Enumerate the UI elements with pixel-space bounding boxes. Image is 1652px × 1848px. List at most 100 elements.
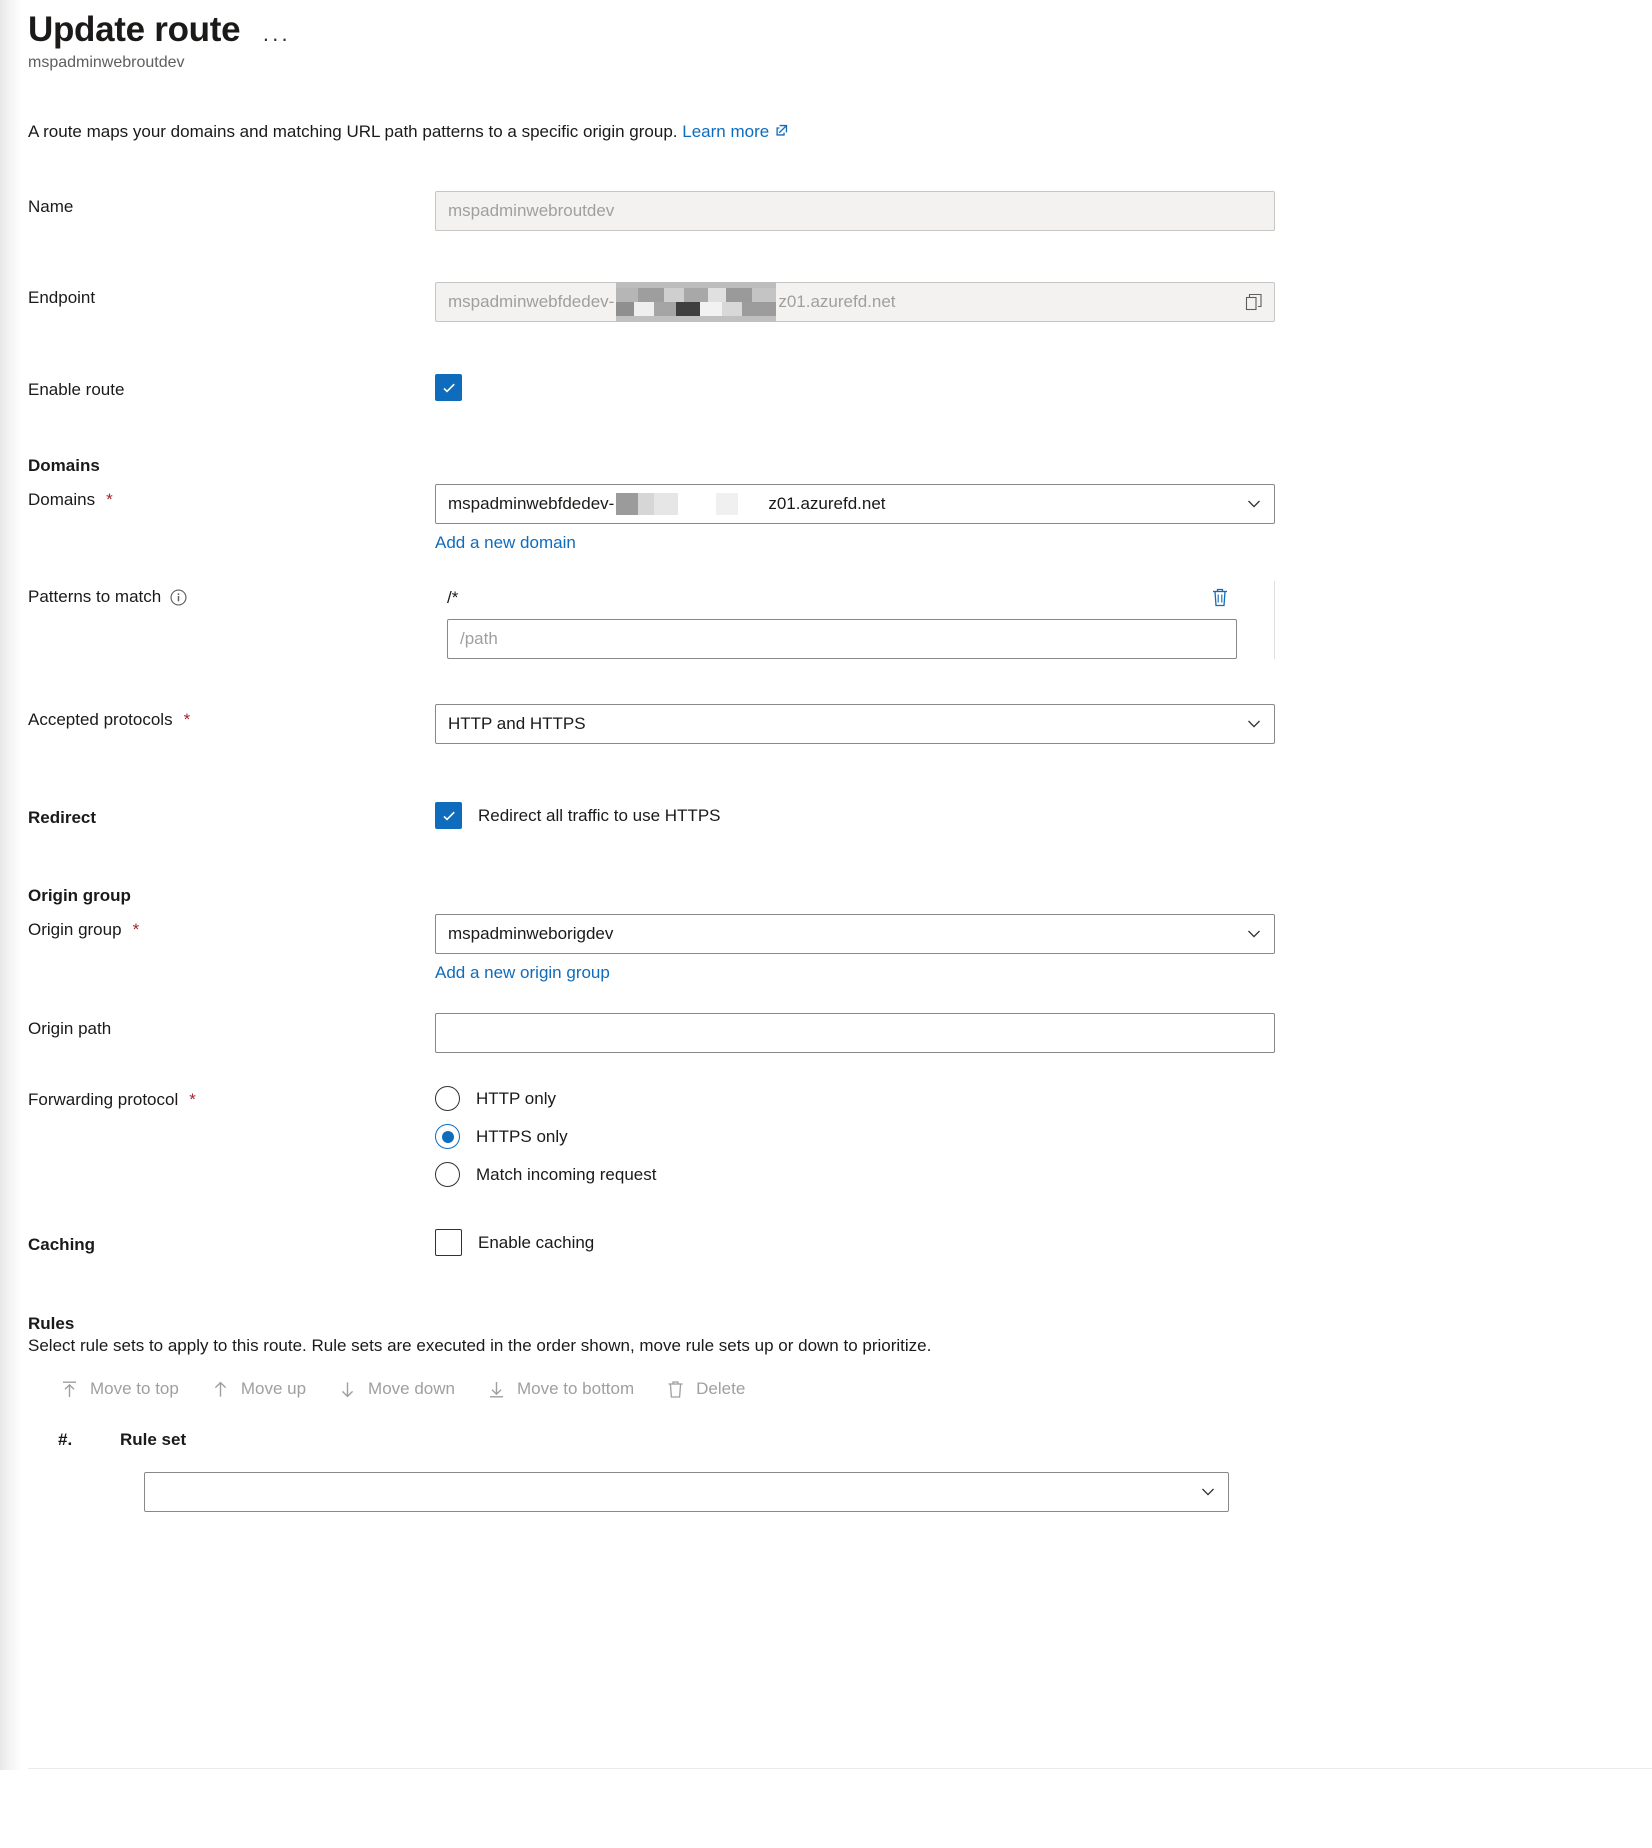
redirect-checkbox-row[interactable]: Redirect all traffic to use HTTPS [435,802,1652,830]
domains-required-marker: * [106,490,113,510]
add-new-origin-group-link[interactable]: Add a new origin group [435,963,610,983]
name-label: Name [28,191,435,217]
move-to-bottom-label: Move to bottom [516,1379,635,1399]
field-row-name: Name mspadminwebroutdev [28,191,1652,232]
page-description: A route maps your domains and matching U… [28,120,1652,144]
name-input-value: mspadminwebroutdev [448,201,615,221]
enable-route-checkbox[interactable] [435,374,462,402]
move-to-bottom-button[interactable]: Move to bottom [471,1370,650,1408]
delete-icon[interactable] [1210,587,1230,609]
redirect-heading: Redirect [28,802,435,828]
external-link-icon [774,121,789,136]
origin-group-label: Origin group * [28,914,435,940]
pattern-value: /* [447,588,459,608]
enable-caching-label: Enable caching [478,1232,595,1252]
learn-more-link[interactable]: Learn more [682,122,789,141]
field-row-patterns: Patterns to match /* /path [28,581,1652,660]
field-row-origin-path: Origin path [28,1013,1652,1054]
field-row-forwarding-protocol: Forwarding protocol * HTTP only HTTPS on… [28,1084,1652,1200]
field-row-endpoint: Endpoint mspadminwebfdedev- z01.azurefd.… [28,282,1652,323]
radio-option-https-only[interactable]: HTTPS only [435,1124,1652,1150]
move-down-label: Move down [368,1379,455,1399]
patterns-divider [1274,581,1275,660]
move-down-icon [338,1380,357,1399]
info-icon[interactable] [170,589,187,606]
bottom-divider [28,1768,1652,1769]
origin-group-value: mspadminweborigdev [448,924,614,944]
field-row-redirect: Redirect Redirect all traffic to use HTT… [28,802,1652,830]
patterns-label: Patterns to match [28,581,435,607]
origin-group-section-heading: Origin group [28,886,131,906]
chevron-down-icon [1246,716,1262,732]
move-to-top-icon [60,1380,79,1399]
domains-value-prefix: mspadminwebfdedev- [448,494,615,514]
page-header: Update route ··· mspadminwebroutdev [28,0,1652,72]
accepted-protocols-label-text: Accepted protocols [28,710,173,730]
radio-option-match-incoming[interactable]: Match incoming request [435,1162,1652,1188]
field-row-origin-group: Origin group * mspadminweborigdev Add a … [28,914,1652,983]
copy-icon[interactable] [1245,293,1263,311]
delete-button[interactable]: Delete [650,1370,761,1408]
endpoint-input: mspadminwebfdedev- z01.azurefd.net [435,282,1275,323]
radio-https-only-label: HTTPS only [476,1126,568,1146]
forwarding-protocol-label: Forwarding protocol * [28,1084,435,1110]
name-label-text: Name [28,197,74,217]
add-new-domain-link[interactable]: Add a new domain [435,533,576,553]
endpoint-label: Endpoint [28,282,435,308]
field-row-domains: Domains * mspadminwebfdedev- z01.azurefd… [28,484,1652,553]
domains-section-heading: Domains [28,456,100,476]
rules-section: Rules Select rule sets to apply to this … [28,1314,1652,1534]
enable-caching-checkbox[interactable] [435,1229,462,1257]
name-input: mspadminwebroutdev [435,191,1275,232]
rules-toolbar: Move to top Move up Move down Move to bo… [44,1370,1652,1408]
pattern-item: /* [435,583,1274,619]
field-row-accepted-protocols: Accepted protocols * HTTP and HTTPS [28,704,1652,745]
origin-path-label-text: Origin path [28,1019,112,1039]
move-to-bottom-icon [487,1380,506,1399]
accepted-protocols-label: Accepted protocols * [28,704,435,730]
page-subtitle: mspadminwebroutdev [28,54,185,72]
rule-set-select[interactable] [144,1472,1229,1513]
radio-option-http-only[interactable]: HTTP only [435,1086,1652,1112]
pattern-input-placeholder: /path [460,629,498,649]
field-row-enable-route: Enable route [28,374,1652,402]
origin-group-label-text: Origin group [28,920,122,940]
radio-match-incoming-request[interactable] [435,1162,460,1188]
origin-group-select[interactable]: mspadminweborigdev [435,914,1275,955]
move-up-button[interactable]: Move up [195,1370,322,1408]
rules-table-row [144,1472,1652,1534]
description-text: A route maps your domains and matching U… [28,122,678,142]
patterns-container: /* /path [435,581,1275,660]
redirect-heading-text: Redirect [28,808,97,828]
rules-column-number: #. [58,1430,73,1450]
redaction-block-endpoint [616,282,777,323]
rules-table-header: #. Rule set [58,1430,1652,1450]
caching-checkbox-row[interactable]: Enable caching [435,1229,1652,1257]
radio-http-only[interactable] [435,1086,460,1112]
more-options-button[interactable]: ··· [262,28,290,50]
page-title: Update route [28,10,241,49]
redaction-block-domains [616,491,767,517]
move-down-button[interactable]: Move down [322,1370,471,1408]
forwarding-protocol-required-marker: * [189,1090,196,1110]
endpoint-label-text: Endpoint [28,288,96,308]
rules-heading: Rules [28,1314,75,1334]
endpoint-value-prefix: mspadminwebfdedev- [448,292,615,312]
learn-more-label: Learn more [682,122,770,142]
move-up-icon [211,1380,230,1399]
domains-select[interactable]: mspadminwebfdedev- z01.azurefd.net [435,484,1275,525]
accepted-protocols-select[interactable]: HTTP and HTTPS [435,704,1275,745]
move-up-label: Move up [240,1379,307,1399]
radio-https-only[interactable] [435,1124,460,1150]
chevron-down-icon [1200,1484,1216,1500]
radio-match-incoming-label: Match incoming request [476,1164,657,1184]
origin-path-label: Origin path [28,1013,435,1039]
delete-label: Delete [696,1379,746,1399]
accepted-protocols-value: HTTP and HTTPS [448,714,586,734]
domains-label: Domains * [28,484,435,510]
redirect-https-checkbox[interactable] [435,802,462,830]
pattern-input[interactable]: /path [447,619,1237,660]
rules-column-rule-set: Rule set [120,1430,187,1450]
move-to-top-button[interactable]: Move to top [44,1370,195,1408]
origin-path-input[interactable] [435,1013,1275,1054]
